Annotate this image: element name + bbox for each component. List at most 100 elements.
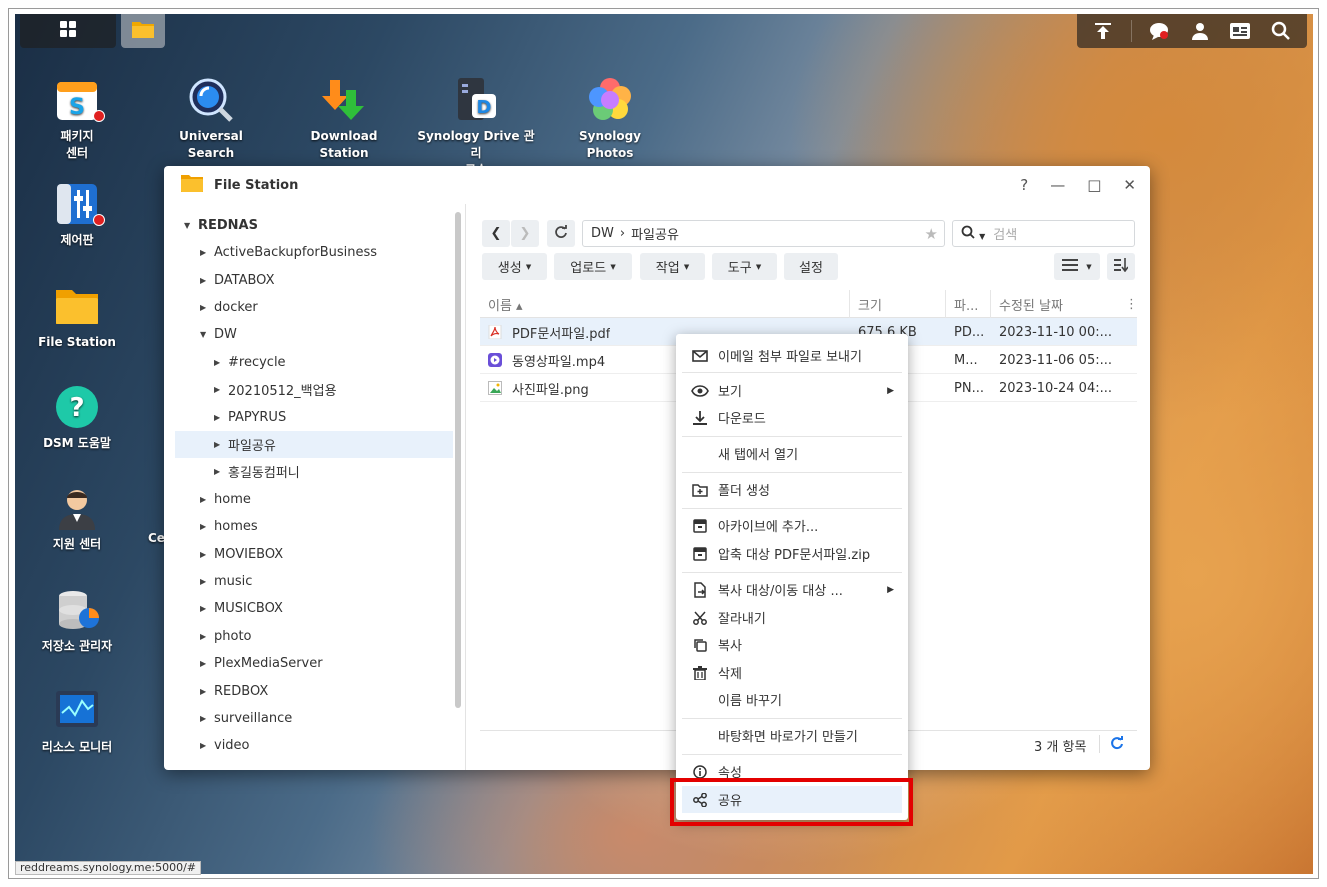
window-title-bar[interactable]: File Station ? — □ ✕ (164, 166, 1150, 204)
desktop-icon-support-center[interactable]: 지원 센터 (22, 484, 132, 553)
menu-item-cut[interactable]: 잘라내기 (682, 604, 902, 631)
star-icon[interactable]: ★ (925, 225, 938, 243)
column-header-size[interactable]: 크기 (850, 290, 946, 318)
desktop-icon-download-station[interactable]: Download Station (288, 76, 400, 162)
desktop-icon-universal-search[interactable]: Universal Search (156, 76, 266, 162)
create-button[interactable]: 생성 ▼ (482, 253, 547, 280)
submenu-arrow-icon: ▶ (887, 385, 894, 396)
tree-item[interactable]: ▶ ActiveBackupforBusiness (200, 239, 377, 266)
minimize-button[interactable]: — (1050, 176, 1065, 194)
folder-icon (131, 18, 155, 44)
widgets-icon[interactable] (1227, 18, 1253, 44)
help-button[interactable]: ? (1020, 176, 1028, 194)
menu-item-download[interactable]: 다운로드 (682, 404, 902, 431)
tree-item[interactable]: ▶ video (200, 732, 250, 759)
forward-button[interactable]: ❯ (511, 220, 539, 247)
upload-icon[interactable] (1090, 18, 1116, 44)
menu-item-delete[interactable]: 삭제 (682, 659, 902, 686)
desktop-icon-label: 패키지 (60, 129, 94, 143)
taskbar-file-station[interactable] (121, 14, 165, 48)
tree-item[interactable]: ▶ photo (200, 623, 252, 650)
list-view-icon (1062, 258, 1079, 275)
caret-right-icon: ▶ (214, 467, 221, 476)
notification-badge (93, 214, 105, 226)
sort-button[interactable] (1107, 253, 1135, 280)
menu-item-rename[interactable]: 이름 바꾸기 (682, 686, 902, 713)
download-icon (682, 410, 718, 425)
menu-item-desktop-shortcut[interactable]: 바탕화면 바로가기 만들기 (682, 722, 902, 749)
menu-item-compress-zip[interactable]: 압축 대상 PDF문서파일.zip (682, 540, 902, 567)
tree-item[interactable]: ▶ REDBOX (200, 678, 268, 705)
tree-item[interactable]: ▶ homes (200, 513, 258, 540)
desktop-icon-synology-photos[interactable]: Synology Photos (554, 76, 666, 162)
tree-item-label: MOVIEBOX (214, 547, 284, 562)
tree-item[interactable]: ▶ home (200, 486, 251, 513)
tree-item-label: photo (214, 629, 252, 644)
tree-item[interactable]: ▶ #recycle (214, 349, 286, 376)
search-placeholder: 검색 (993, 228, 1018, 243)
tree-root[interactable]: ▼ REDNAS (184, 212, 258, 239)
desktop-icon-resource-monitor[interactable]: 리소스 모니터 (22, 687, 132, 756)
action-button[interactable]: 작업 ▼ (640, 253, 705, 280)
path-segment[interactable]: DW (591, 226, 614, 241)
menu-item-label: 압축 대상 PDF문서파일.zip (718, 548, 871, 563)
refresh-icon[interactable] (1110, 736, 1124, 754)
desktop-icon-package-center[interactable]: S 패키지 센터 (22, 76, 132, 162)
tree-item[interactable]: ▶ docker (200, 294, 258, 321)
settings-button[interactable]: 설정 (784, 253, 838, 280)
menu-item-email-attachment[interactable]: 이메일 첨부 파일로 보내기 (682, 342, 902, 369)
close-button[interactable]: ✕ (1123, 176, 1136, 194)
desktop-icon-file-station[interactable]: File Station (22, 282, 132, 351)
menu-item-create-folder[interactable]: 폴더 생성 (682, 476, 902, 503)
main-menu-button[interactable] (20, 14, 116, 48)
item-count: 3 개 항목 (1034, 739, 1087, 755)
tree-item-label: REDNAS (198, 218, 258, 233)
control-panel-icon (53, 180, 105, 228)
maximize-button[interactable]: □ (1087, 176, 1101, 194)
notification-icon[interactable] (1146, 18, 1172, 44)
tree-item[interactable]: ▶ MOVIEBOX (200, 541, 283, 568)
search-box[interactable]: ▼ 검색 (952, 220, 1135, 247)
column-options-icon[interactable]: ⋮ (1121, 290, 1138, 318)
column-header-name[interactable]: 이름 ▴ (480, 290, 850, 318)
button-label: 작업 (655, 261, 680, 276)
tree-item[interactable]: ▶ music (200, 568, 252, 595)
tree-item[interactable]: ▶ surveillance (200, 705, 292, 732)
search-icon[interactable] (1268, 18, 1294, 44)
view-mode-button[interactable]: ▼ (1054, 253, 1100, 280)
desktop-icon-storage-manager[interactable]: 저장소 관리자 (22, 586, 132, 655)
menu-item-open-new-tab[interactable]: 새 탭에서 열기 (682, 440, 902, 467)
path-bar[interactable]: DW › 파일공유 ★ (582, 220, 945, 247)
tree-item[interactable]: ▶ PlexMediaServer (200, 650, 323, 677)
desktop-icon-control-panel[interactable]: 제어판 (22, 180, 132, 249)
path-segment-current[interactable]: 파일공유 (631, 224, 679, 243)
menu-item-view[interactable]: 보기 ▶ (682, 377, 902, 404)
tree-item[interactable]: ▶ PAPYRUS (214, 404, 286, 431)
column-header-modified[interactable]: 수정된 날짜 (991, 290, 1121, 318)
footer-separator (1099, 735, 1100, 753)
tree-item[interactable]: ▼ DW (200, 321, 237, 348)
tree-item-selected[interactable]: ▶ 파일공유 (175, 431, 453, 458)
tree-item-label: 홍길동컴퍼니 (228, 466, 300, 481)
tree-item-label: PlexMediaServer (214, 656, 323, 671)
desktop-icon-synology-drive[interactable]: D Synology Drive 관리 콘솔 (412, 76, 540, 179)
desktop-icon-label: DSM 도움말 (43, 436, 111, 450)
file-type: PN... (954, 380, 984, 396)
back-button[interactable]: ❮ (482, 220, 510, 247)
desktop-icon-dsm-help[interactable]: ? DSM 도움말 (22, 383, 132, 452)
file-name: 사진파일.png (512, 382, 589, 398)
menu-item-copy-move-to[interactable]: 복사 대상/이동 대상 ... ▶ (682, 576, 902, 603)
tools-button[interactable]: 도구 ▼ (712, 253, 777, 280)
sidebar-scrollbar[interactable] (455, 212, 461, 708)
menu-item-add-archive[interactable]: 아카이브에 추가... (682, 512, 902, 539)
refresh-button[interactable] (547, 220, 575, 247)
tree-item[interactable]: ▶ DATABOX (200, 267, 275, 294)
menu-item-copy[interactable]: 복사 (682, 631, 902, 658)
column-header-type[interactable]: 파... (946, 290, 991, 318)
user-icon[interactable] (1187, 18, 1213, 44)
tree-item[interactable]: ▶ 홍길동컴퍼니 (214, 458, 300, 485)
tree-item[interactable]: ▶ 20210512_백업용 (214, 376, 337, 403)
upload-button[interactable]: 업로드 ▼ (554, 253, 632, 280)
tree-item[interactable]: ▶ MUSICBOX (200, 595, 283, 622)
menu-item-label: 다운로드 (718, 412, 766, 427)
